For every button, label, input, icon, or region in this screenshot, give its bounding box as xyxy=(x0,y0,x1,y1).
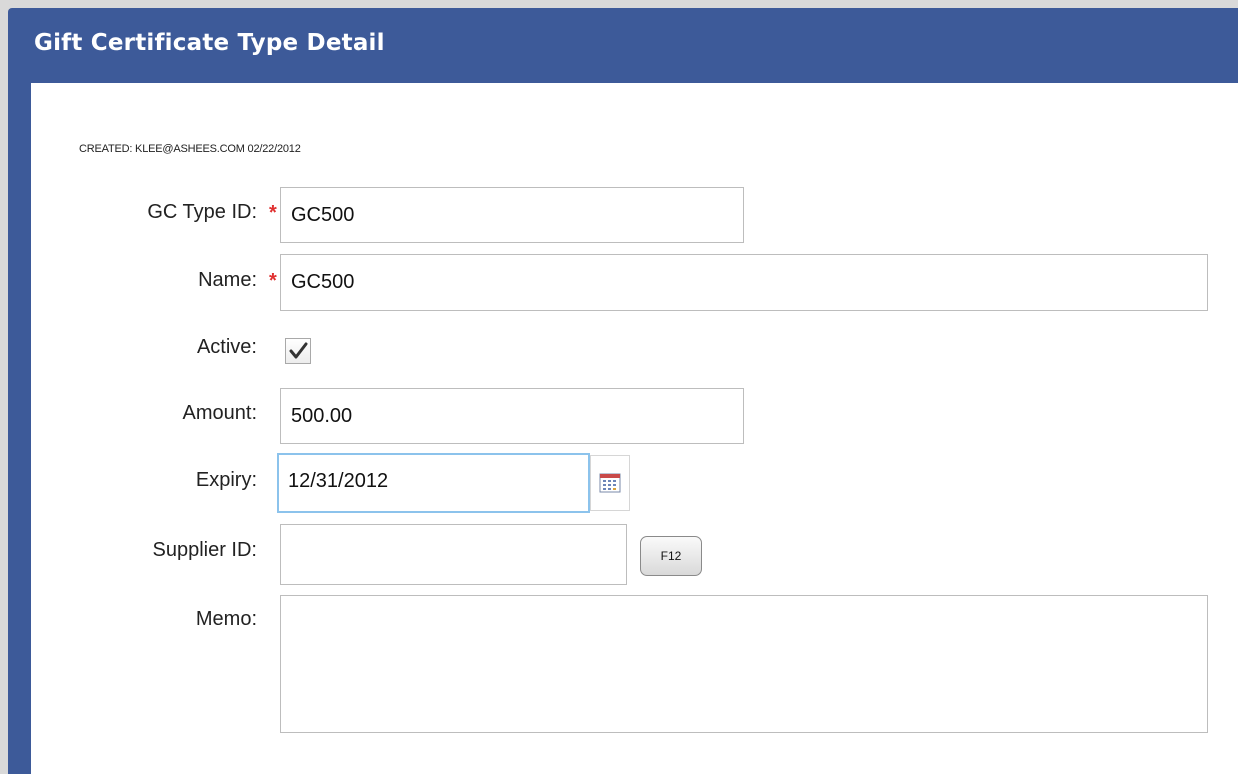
calendar-button[interactable] xyxy=(590,455,630,511)
memo-label: Memo: xyxy=(195,608,257,630)
supplier-lookup-button[interactable]: F12 xyxy=(640,536,702,576)
supplier-id-input[interactable] xyxy=(280,524,627,585)
name-required-mark: * xyxy=(269,270,277,292)
active-checkbox[interactable] xyxy=(285,338,311,364)
memo-textarea[interactable] xyxy=(280,595,1208,733)
gc-type-id-required-mark: * xyxy=(269,202,277,224)
gift-certificate-window: Gift Certificate Type Detail CREATED: KL… xyxy=(8,8,1238,774)
name-label: Name: xyxy=(198,269,257,291)
amount-input[interactable]: 500.00 xyxy=(280,388,744,444)
gc-type-id-label: GC Type ID: xyxy=(147,201,257,223)
amount-label: Amount: xyxy=(182,402,257,424)
expiry-input[interactable]: 12/31/2012 xyxy=(277,453,590,513)
created-info: CREATED: KLEE@ASHEES.COM 02/22/2012 xyxy=(79,143,301,155)
window-title: Gift Certificate Type Detail xyxy=(34,30,385,56)
gc-type-id-input[interactable]: GC500 xyxy=(280,187,744,243)
checkmark-icon xyxy=(289,342,308,359)
name-input[interactable]: GC500 xyxy=(280,254,1208,311)
expiry-label: Expiry: xyxy=(195,469,257,491)
active-label: Active: xyxy=(196,336,257,358)
calendar-icon xyxy=(599,473,621,493)
title-bar: Gift Certificate Type Detail xyxy=(8,8,1238,83)
supplier-id-label: Supplier ID: xyxy=(152,539,258,561)
form-panel: CREATED: KLEE@ASHEES.COM 02/22/2012 GC T… xyxy=(31,83,1238,774)
